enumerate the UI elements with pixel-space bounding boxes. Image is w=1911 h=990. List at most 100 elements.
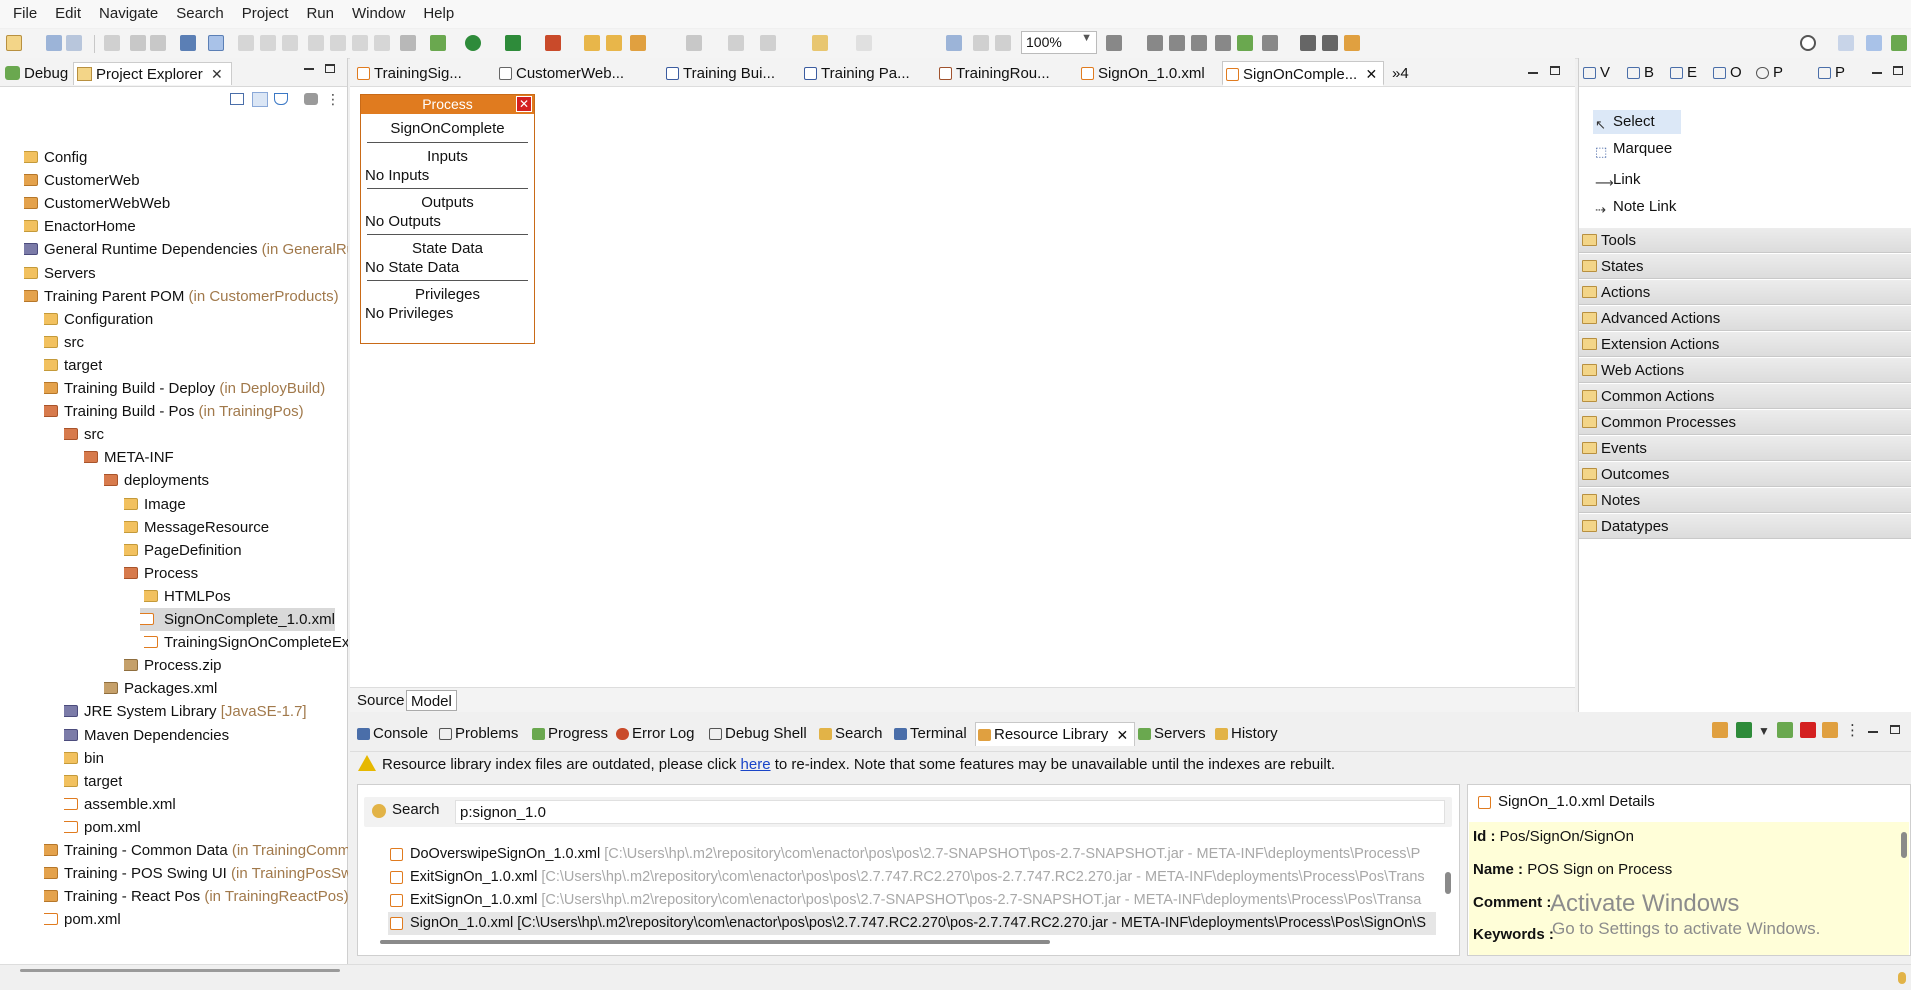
tree-item[interactable]: ›Training Build - Deploy (in DeployBuild… <box>44 377 325 400</box>
close-icon[interactable]: ✕ <box>211 63 223 86</box>
tree-item[interactable]: pom.xml <box>44 908 121 931</box>
tree-item[interactable]: PageDefinition <box>124 539 242 562</box>
more-icon[interactable]: ⋮ <box>1845 721 1860 739</box>
tree-item[interactable]: TrainingSignOnCompleteExt <box>144 631 348 654</box>
tree-item[interactable]: ⌄src <box>64 423 104 446</box>
remove-icon[interactable] <box>1800 722 1816 738</box>
results-horizontal-scrollbar[interactable] <box>380 940 1050 944</box>
tab-variables[interactable]: V <box>1582 63 1610 83</box>
font-icon[interactable] <box>1106 35 1122 51</box>
tree-item[interactable]: ›JRE System Library [JavaSE-1.7] <box>64 700 307 723</box>
tree-item[interactable]: ⌄deployments <box>104 469 209 492</box>
tab-resource-library[interactable]: Resource Library ✕ <box>975 722 1136 747</box>
tree-item[interactable]: ›Servers <box>24 262 96 285</box>
process-node[interactable]: Process ✕ SignOnComplete Inputs No Input… <box>360 94 535 344</box>
close-icon[interactable]: ✕ <box>1116 723 1128 747</box>
minimize-icon[interactable] <box>304 68 314 70</box>
tree-item[interactable]: ›Maven Dependencies <box>64 724 229 747</box>
close-icon[interactable]: ✕ <box>516 96 532 112</box>
new-library-icon[interactable] <box>1736 722 1752 738</box>
tree-item[interactable]: Packages.xml <box>104 677 217 700</box>
tab-model[interactable]: Model <box>406 690 457 711</box>
open-project-icon[interactable] <box>584 35 600 51</box>
palette-drawer[interactable]: Extension Actions <box>1579 332 1911 357</box>
tree-item[interactable]: Process.zip <box>124 654 222 677</box>
connection-icon[interactable] <box>1237 35 1253 51</box>
forward-arrow-icon[interactable] <box>856 35 872 51</box>
bug-icon[interactable] <box>430 35 446 51</box>
tree-item[interactable]: ›Training - React Pos (in TrainingReactP… <box>44 885 348 908</box>
palette-drawer[interactable]: Common Processes <box>1579 410 1911 435</box>
undo-icon[interactable] <box>130 35 146 51</box>
close-icon[interactable]: ✕ <box>1366 62 1378 87</box>
result-row[interactable]: SignOn_1.0.xml [C:\Users\hp\.m2\reposito… <box>388 912 1436 935</box>
tab-source[interactable]: Source <box>353 690 409 711</box>
menu-project[interactable]: Project <box>233 0 298 28</box>
line-icon[interactable] <box>1262 35 1278 51</box>
tab-project-explorer[interactable]: Project Explorer ✕ <box>73 62 232 85</box>
align-left-icon[interactable] <box>1147 35 1163 51</box>
tab-properties[interactable]: P <box>1817 63 1845 83</box>
tab-expressions[interactable]: E <box>1669 63 1697 83</box>
tree-item[interactable]: MessageResource <box>124 516 269 539</box>
tab-debug-shell[interactable]: Debug Shell <box>707 722 807 746</box>
refresh-icon[interactable] <box>1822 722 1838 738</box>
step-into-icon[interactable] <box>330 35 346 51</box>
back-arrow-icon[interactable] <box>812 35 828 51</box>
tab-training-sign[interactable]: TrainingSig... <box>354 61 462 86</box>
minimize-icon[interactable] <box>1868 731 1878 733</box>
tree-item[interactable]: ›EnactorHome <box>24 215 136 238</box>
tab-training-parent[interactable]: Training Pa... <box>801 61 910 86</box>
menu-search[interactable]: Search <box>167 0 233 28</box>
search-icon[interactable] <box>1800 35 1816 51</box>
debug-perspective-icon[interactable] <box>1866 35 1882 51</box>
new-icon[interactable] <box>6 35 22 51</box>
save-all-icon[interactable] <box>66 35 82 51</box>
tab-servers[interactable]: Servers <box>1136 722 1206 746</box>
more-icon[interactable]: ⋮ <box>326 91 340 108</box>
external-tools-icon[interactable] <box>545 35 561 51</box>
tree-item[interactable]: ⌄META-INF <box>84 446 174 469</box>
menu-navigate[interactable]: Navigate <box>90 0 167 28</box>
zoom-select[interactable]: 100% ▼ <box>1021 31 1097 54</box>
maximize-icon[interactable] <box>1893 66 1903 75</box>
tab-history[interactable]: History <box>1213 722 1278 746</box>
results-vertical-scrollbar[interactable] <box>1445 872 1451 894</box>
collapse-all-icon[interactable] <box>230 93 244 105</box>
tool-marquee[interactable]: ⬚ Marquee <box>1593 137 1672 161</box>
tree-item[interactable]: ›Training - POS Swing UI (in TrainingPos… <box>44 862 348 885</box>
palette-drawer[interactable]: Notes <box>1579 488 1911 513</box>
step-over-icon[interactable] <box>352 35 368 51</box>
tool-link[interactable]: ⟶ Link <box>1593 168 1641 192</box>
align-center-icon[interactable] <box>1169 35 1185 51</box>
tab-debug[interactable]: Debug <box>2 62 68 85</box>
tree-item[interactable]: ›Training - Common Data (in TrainingComm <box>44 839 348 862</box>
chevron-down-icon[interactable]: ▼ <box>1758 724 1770 738</box>
maximize-icon[interactable] <box>325 64 335 73</box>
details-scrollbar[interactable] <box>1901 832 1907 858</box>
result-row[interactable]: ExitSignOn_1.0.xml [C:\Users\hp\.m2\repo… <box>388 866 1436 889</box>
tree-item[interactable]: ›CustomerWebWeb <box>24 192 170 215</box>
tree-item[interactable]: src <box>44 331 84 354</box>
tree-item[interactable]: ›target <box>44 354 102 377</box>
filter-icon[interactable] <box>274 93 288 105</box>
save-icon[interactable] <box>46 35 62 51</box>
collapse-icon[interactable] <box>1322 35 1338 51</box>
fit-icon[interactable] <box>1300 35 1316 51</box>
search-input[interactable] <box>455 800 1445 824</box>
tab-training-route[interactable]: TrainingRou... <box>936 61 1050 86</box>
add-icon[interactable] <box>1777 722 1793 738</box>
tab-progress[interactable]: Progress <box>530 722 608 746</box>
tab-signon-xml[interactable]: SignOn_1.0.xml <box>1078 61 1205 86</box>
tree-item[interactable]: ›HTMLPos <box>144 585 231 608</box>
layout-icon[interactable] <box>1344 35 1360 51</box>
palette-drawer[interactable]: Actions <box>1579 280 1911 305</box>
disconnect-icon[interactable] <box>308 35 324 51</box>
open-folder-icon[interactable] <box>606 35 622 51</box>
align-right-icon[interactable] <box>1191 35 1207 51</box>
palette-drawer[interactable]: Tools <box>1579 228 1911 253</box>
result-row[interactable]: DoOverswipeSignOn_1.0.xml [C:\Users\hp\.… <box>388 843 1436 866</box>
export-icon[interactable] <box>946 35 962 51</box>
nav-forward-edit-icon[interactable] <box>760 35 776 51</box>
annotation-icon[interactable] <box>686 35 702 51</box>
